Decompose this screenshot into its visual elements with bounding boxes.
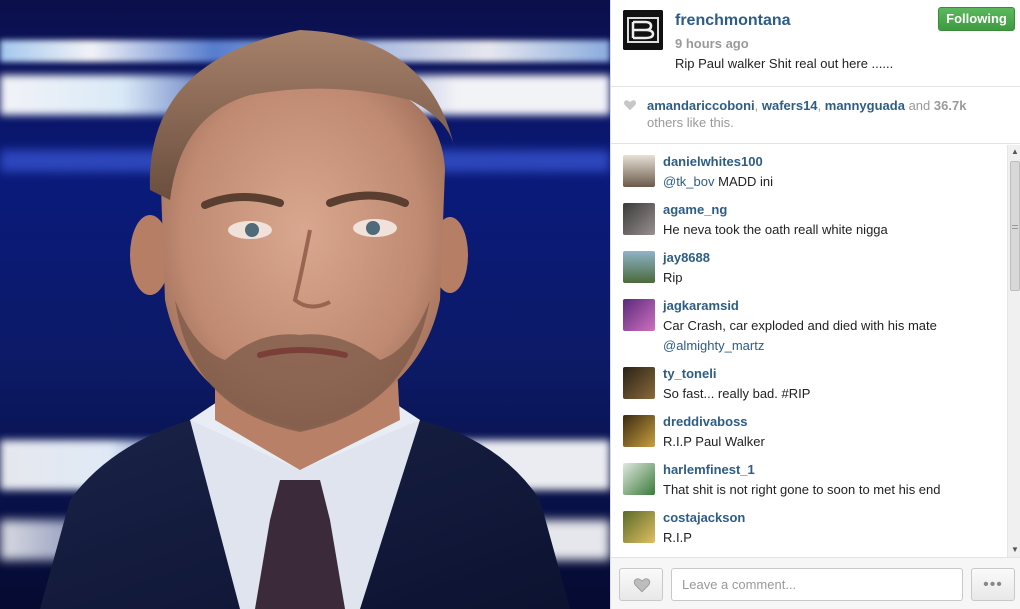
commenter-avatar[interactable]	[623, 251, 655, 283]
commenter-username[interactable]: costajackson	[663, 510, 745, 525]
liker-username[interactable]: amandariccoboni	[647, 98, 755, 113]
scroll-down-arrow-icon[interactable]: ▼	[1008, 543, 1020, 557]
commenter-avatar[interactable]	[623, 299, 655, 331]
heart-icon	[623, 100, 637, 111]
following-button[interactable]: Following	[938, 7, 1015, 31]
comment-body: MADD ini	[714, 174, 774, 189]
liker-username[interactable]: wafers14	[762, 98, 818, 113]
comment-input[interactable]	[671, 568, 963, 601]
comment-mention[interactable]: @almighty_martz	[663, 338, 764, 353]
heart-icon	[633, 578, 651, 593]
post-caption: Rip Paul walker Shit real out here .....…	[675, 56, 894, 71]
portrait-figure	[40, 30, 570, 609]
post-detail-panel: frenchmontana Following 9 hours ago Rip …	[610, 0, 1020, 609]
commenter-avatar[interactable]	[623, 415, 655, 447]
comment-text: Car Crash, car exploded and died with hi…	[663, 318, 937, 333]
commenter-username[interactable]: dreddivaboss	[663, 414, 748, 429]
author-username[interactable]: frenchmontana	[675, 12, 791, 30]
author-avatar[interactable]	[623, 10, 663, 50]
grip-icon	[1012, 225, 1018, 229]
scroll-thumb[interactable]	[1010, 161, 1020, 291]
commenter-avatar[interactable]	[623, 367, 655, 399]
logo-icon	[623, 10, 663, 50]
comments-scrollbar[interactable]: ▲ ▼	[1007, 145, 1020, 557]
comments-list: danielwhites100 @tk_bov MADD ini agame_n…	[611, 145, 1007, 557]
comment-text: He neva took the oath reall white nigga	[663, 222, 888, 237]
commenter-avatar[interactable]	[623, 463, 655, 495]
commenter-username[interactable]: danielwhites100	[663, 154, 763, 169]
commenter-avatar[interactable]	[623, 155, 655, 187]
post-photo[interactable]	[0, 0, 610, 609]
likes-line: amandariccoboni, wafers14, mannyguada an…	[647, 98, 967, 113]
post-timestamp: 9 hours ago	[675, 36, 749, 51]
commenter-username[interactable]: ty_toneli	[663, 366, 716, 381]
comment-text: Rip	[663, 270, 683, 285]
comment-text: R.I.P Paul Walker	[663, 434, 765, 449]
comment-text: That shit is not right gone to soon to m…	[663, 482, 941, 497]
comment-bar: •••	[611, 557, 1020, 609]
liker-username[interactable]: mannyguada	[825, 98, 905, 113]
commenter-username[interactable]: jay8688	[663, 250, 710, 265]
commenter-avatar[interactable]	[623, 203, 655, 235]
commenter-username[interactable]: harlemfinest_1	[663, 462, 755, 477]
commenter-username[interactable]: agame_ng	[663, 202, 727, 217]
commenter-username[interactable]: jagkaramsid	[663, 298, 739, 313]
comment-text: R.I.P	[663, 530, 692, 545]
scroll-up-arrow-icon[interactable]: ▲	[1008, 145, 1020, 159]
comment-mention[interactable]: @tk_bov	[663, 174, 715, 189]
likes-summary: amandariccoboni, wafers14, mannyguada an…	[611, 88, 1020, 144]
comment-text: @tk_bov MADD ini	[663, 174, 773, 189]
commenter-avatar[interactable]	[623, 511, 655, 543]
likes-others-text: others like this.	[647, 115, 734, 130]
more-options-button[interactable]: •••	[971, 568, 1015, 601]
comment-text: So fast... really bad. #RIP	[663, 386, 811, 401]
likes-count[interactable]: 36.7k	[934, 98, 967, 113]
like-button[interactable]	[619, 568, 663, 601]
post-header: frenchmontana Following 9 hours ago Rip …	[611, 0, 1020, 87]
likes-and-text: and	[908, 98, 931, 113]
